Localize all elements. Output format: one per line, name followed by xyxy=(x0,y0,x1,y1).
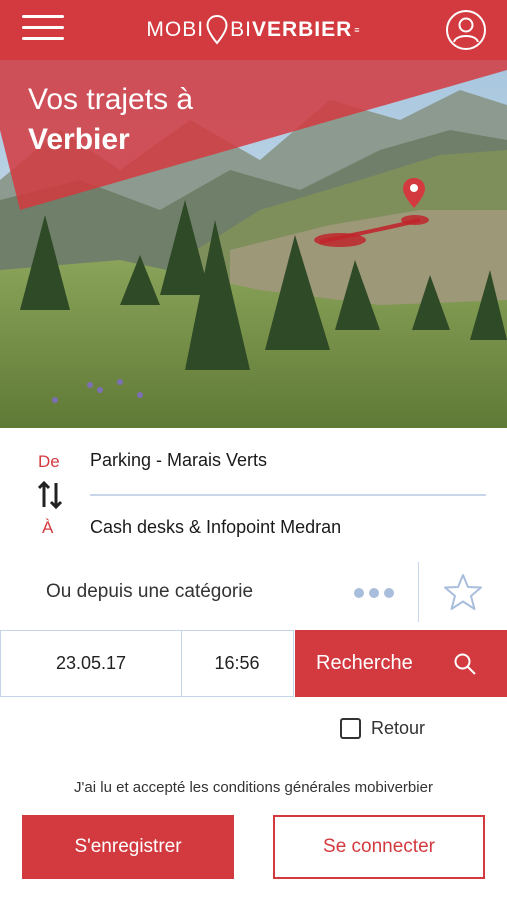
retour-label: Retour xyxy=(371,718,426,738)
mobiverbier-logo: MOBI BI VERBIER ≡ xyxy=(146,15,360,45)
to-label: À xyxy=(42,518,54,537)
hero-banner: Vos trajets à Verbier xyxy=(0,60,507,428)
route-form: De À Parking - Marais Verts Cash desks &… xyxy=(0,428,507,558)
search-icon xyxy=(454,653,476,675)
login-button[interactable]: Se connecter xyxy=(273,815,485,879)
hero-title-line1: Vos trajets à xyxy=(28,83,194,116)
date-picker[interactable]: 23.05.17 xyxy=(0,630,182,697)
category-select[interactable]: Ou depuis une catégorie xyxy=(46,581,253,603)
hero-title-line2: Verbier xyxy=(28,123,130,156)
category-row: Ou depuis une catégorie xyxy=(0,560,507,624)
datetime-row: 23.05.17 16:56 Recherche xyxy=(0,630,507,697)
logo-mark: ≡ xyxy=(354,25,361,35)
from-input[interactable]: Parking - Marais Verts xyxy=(90,450,267,471)
hamburger-menu-icon[interactable] xyxy=(22,15,64,45)
logo-text-bi: BI xyxy=(230,18,252,41)
hero-title: Vos trajets à Verbier xyxy=(28,80,193,160)
register-button[interactable]: S'enregistrer xyxy=(22,815,234,879)
from-label: De xyxy=(38,452,60,471)
category-separator xyxy=(418,562,419,622)
more-dots-icon[interactable] xyxy=(354,588,394,598)
location-pin-icon xyxy=(206,15,228,45)
retour-checkbox[interactable] xyxy=(340,718,361,739)
logo-text-light: MOBI xyxy=(146,18,205,41)
logo-text-bold: VERBIER xyxy=(251,18,353,41)
time-picker[interactable]: 16:56 xyxy=(181,630,294,697)
to-input[interactable]: Cash desks & Infopoint Medran xyxy=(90,517,341,538)
search-button[interactable]: Recherche xyxy=(295,630,507,697)
search-button-label: Recherche xyxy=(316,652,413,674)
user-profile-icon[interactable] xyxy=(445,9,487,51)
favorite-star-icon[interactable] xyxy=(443,572,483,612)
swap-direction-icon[interactable] xyxy=(36,480,64,510)
retour-toggle[interactable]: Retour xyxy=(340,718,425,739)
terms-text: J'ai lu et accepté les conditions généra… xyxy=(74,779,433,796)
route-divider xyxy=(90,494,486,496)
app-header: MOBI BI VERBIER ≡ xyxy=(0,0,507,60)
